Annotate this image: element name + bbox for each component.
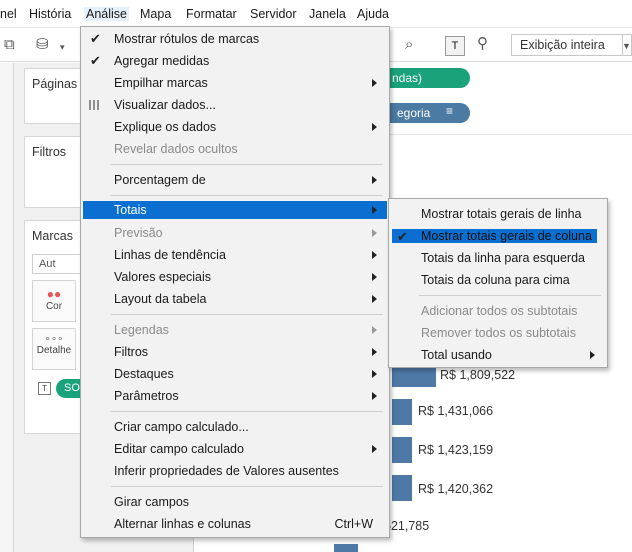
bar-value-label: R$ 1,809,522 [440, 368, 516, 382]
database-icon[interactable]: ⛁ [36, 37, 49, 53]
color-card-label: Cor [45, 301, 63, 312]
check-icon: ✔ [90, 31, 101, 46]
check-icon: ✔ [90, 53, 101, 68]
submenu-arrow-icon [372, 251, 377, 259]
color-dots-icon: ●● [46, 287, 62, 301]
submenu-item-remove-all-subtotals: Remover todos os subtotais [421, 326, 576, 340]
bar-value-label: R$ 1,431,066 [418, 404, 494, 418]
bar-mark[interactable] [392, 365, 436, 387]
bar-value-label: R$ 1,423,159 [418, 443, 494, 457]
submenu-arrow-icon [372, 206, 377, 214]
bar-mark[interactable] [392, 399, 412, 425]
menu-ajuda[interactable]: Ajuda [357, 7, 389, 21]
submenu-arrow-icon [590, 351, 595, 359]
submenu-arrow-icon [372, 229, 377, 237]
chevron-down-icon[interactable]: ▾ [60, 39, 65, 55]
new-datasource-icon[interactable]: ⧉ [4, 37, 15, 53]
totals-submenu: Mostrar totais gerais de linha ✔ Mostrar… [388, 198, 608, 368]
submenu-arrow-icon [372, 176, 377, 184]
menu-item-aggregate-measures[interactable]: ✔ Agregar medidas [83, 51, 387, 71]
submenu-arrow-icon [372, 123, 377, 131]
submenu-arrow-icon [372, 445, 377, 453]
submenu-item-show-row-grand-totals[interactable]: Mostrar totais gerais de linha [391, 204, 605, 224]
pin-icon[interactable]: ⚲ [477, 36, 488, 52]
shortcut-label: Ctrl+W [334, 517, 373, 531]
menu-janela[interactable]: Janela [309, 7, 346, 21]
menu-item-legends: Legendas [83, 320, 387, 340]
submenu-arrow-icon [372, 295, 377, 303]
label-mark-icon: T [38, 382, 51, 395]
menu-item-table-layout[interactable]: Layout da tabela [83, 289, 387, 309]
submenu-item-show-column-grand-totals[interactable]: ✔ Mostrar totais gerais de coluna [392, 229, 597, 244]
menu-item-trend-lines[interactable]: Linhas de tendência [83, 245, 387, 265]
menu-item-show-mark-labels[interactable]: ✔ Mostrar rótulos de marcas [83, 29, 387, 49]
menu-historia[interactable]: História [29, 7, 71, 21]
color-card[interactable]: ●● Cor [32, 280, 76, 322]
submenu-arrow-icon [372, 79, 377, 87]
menu-formatar[interactable]: Formatar [186, 7, 237, 21]
menu-bar: nel História Análise Mapa Formatar Servi… [0, 0, 632, 28]
menu-item-view-data[interactable]: Visualizar dados... [83, 95, 387, 115]
menu-item-percentage-of[interactable]: Porcentagem de [83, 170, 387, 190]
menu-separator [111, 195, 383, 196]
submenu-item-column-totals-top[interactable]: Totais da coluna para cima [391, 270, 605, 290]
data-grid-icon [89, 100, 101, 110]
analysis-menu: ✔ Mostrar rótulos de marcas ✔ Agregar me… [80, 26, 390, 538]
menu-separator [111, 411, 383, 412]
menu-item-reveal-hidden-data: Revelar dados ocultos [114, 142, 238, 156]
pages-title: Páginas [32, 77, 78, 91]
bar-mark[interactable] [392, 475, 412, 501]
menu-item-stack-marks[interactable]: Empilhar marcas [83, 73, 387, 93]
submenu-arrow-icon [372, 370, 377, 378]
submenu-arrow-icon [372, 392, 377, 400]
paperclip-icon[interactable]: ⌕ [405, 37, 413, 53]
menu-item-create-calculated-field[interactable]: Criar campo calculado... [83, 417, 387, 437]
submenu-item-add-all-subtotals: Adicionar todos os subtotais [421, 304, 578, 318]
bar-mark[interactable] [334, 544, 358, 552]
menu-item-parameters[interactable]: Parâmetros [83, 386, 387, 406]
menu-item-edit-calculated-field[interactable]: Editar campo calculado [83, 439, 387, 459]
bar-value-label: 521,785 [384, 519, 430, 533]
marks-title: Marcas [32, 229, 73, 243]
fit-dropdown[interactable]: Exibição inteira [511, 34, 623, 56]
menu-separator [111, 486, 383, 487]
menu-separator [111, 164, 383, 165]
detail-card-label: Detalhe [36, 345, 72, 356]
submenu-item-total-using[interactable]: Total usando [391, 345, 605, 365]
chevron-down-icon[interactable]: ▼ [621, 34, 632, 56]
menu-item-special-values[interactable]: Valores especiais [83, 267, 387, 287]
menu-painel[interactable]: nel [0, 7, 17, 21]
menu-analise[interactable]: Análise [84, 7, 129, 21]
menu-item-infer-missing-values[interactable]: Inferir propriedades de Valores ausentes [83, 461, 387, 481]
show-labels-button[interactable]: T [445, 36, 465, 56]
menu-separator [419, 295, 601, 296]
menu-item-filters[interactable]: Filtros [83, 342, 387, 362]
bar-mark[interactable] [392, 437, 412, 463]
check-icon: ✔ [397, 229, 408, 244]
menu-item-explain-data[interactable]: Explique os dados [83, 117, 387, 137]
detail-dots-icon: ∘∘∘ [44, 334, 64, 345]
submenu-arrow-icon [372, 273, 377, 281]
menu-mapa[interactable]: Mapa [140, 7, 171, 21]
submenu-item-row-totals-left[interactable]: Totais da linha para esquerda [391, 248, 605, 268]
submenu-arrow-icon [372, 348, 377, 356]
menu-servidor[interactable]: Servidor [250, 7, 297, 21]
submenu-arrow-icon [372, 326, 377, 334]
menu-item-swap-rows-columns[interactable]: Alternar linhas e colunas Ctrl+W [83, 514, 387, 534]
menu-item-highlights[interactable]: Destaques [83, 364, 387, 384]
menu-item-pivot-fields[interactable]: Girar campos [83, 492, 387, 512]
sort-icon[interactable]: ≡ [446, 104, 453, 118]
data-pane-collapsed[interactable] [0, 63, 14, 552]
bar-value-label: R$ 1,420,362 [418, 482, 494, 496]
detail-card[interactable]: ∘∘∘ Detalhe [32, 328, 76, 370]
menu-separator [111, 314, 383, 315]
filters-title: Filtros [32, 145, 67, 159]
menu-item-forecast: Previsão [83, 223, 387, 243]
menu-item-totals[interactable]: Totais [83, 201, 387, 219]
